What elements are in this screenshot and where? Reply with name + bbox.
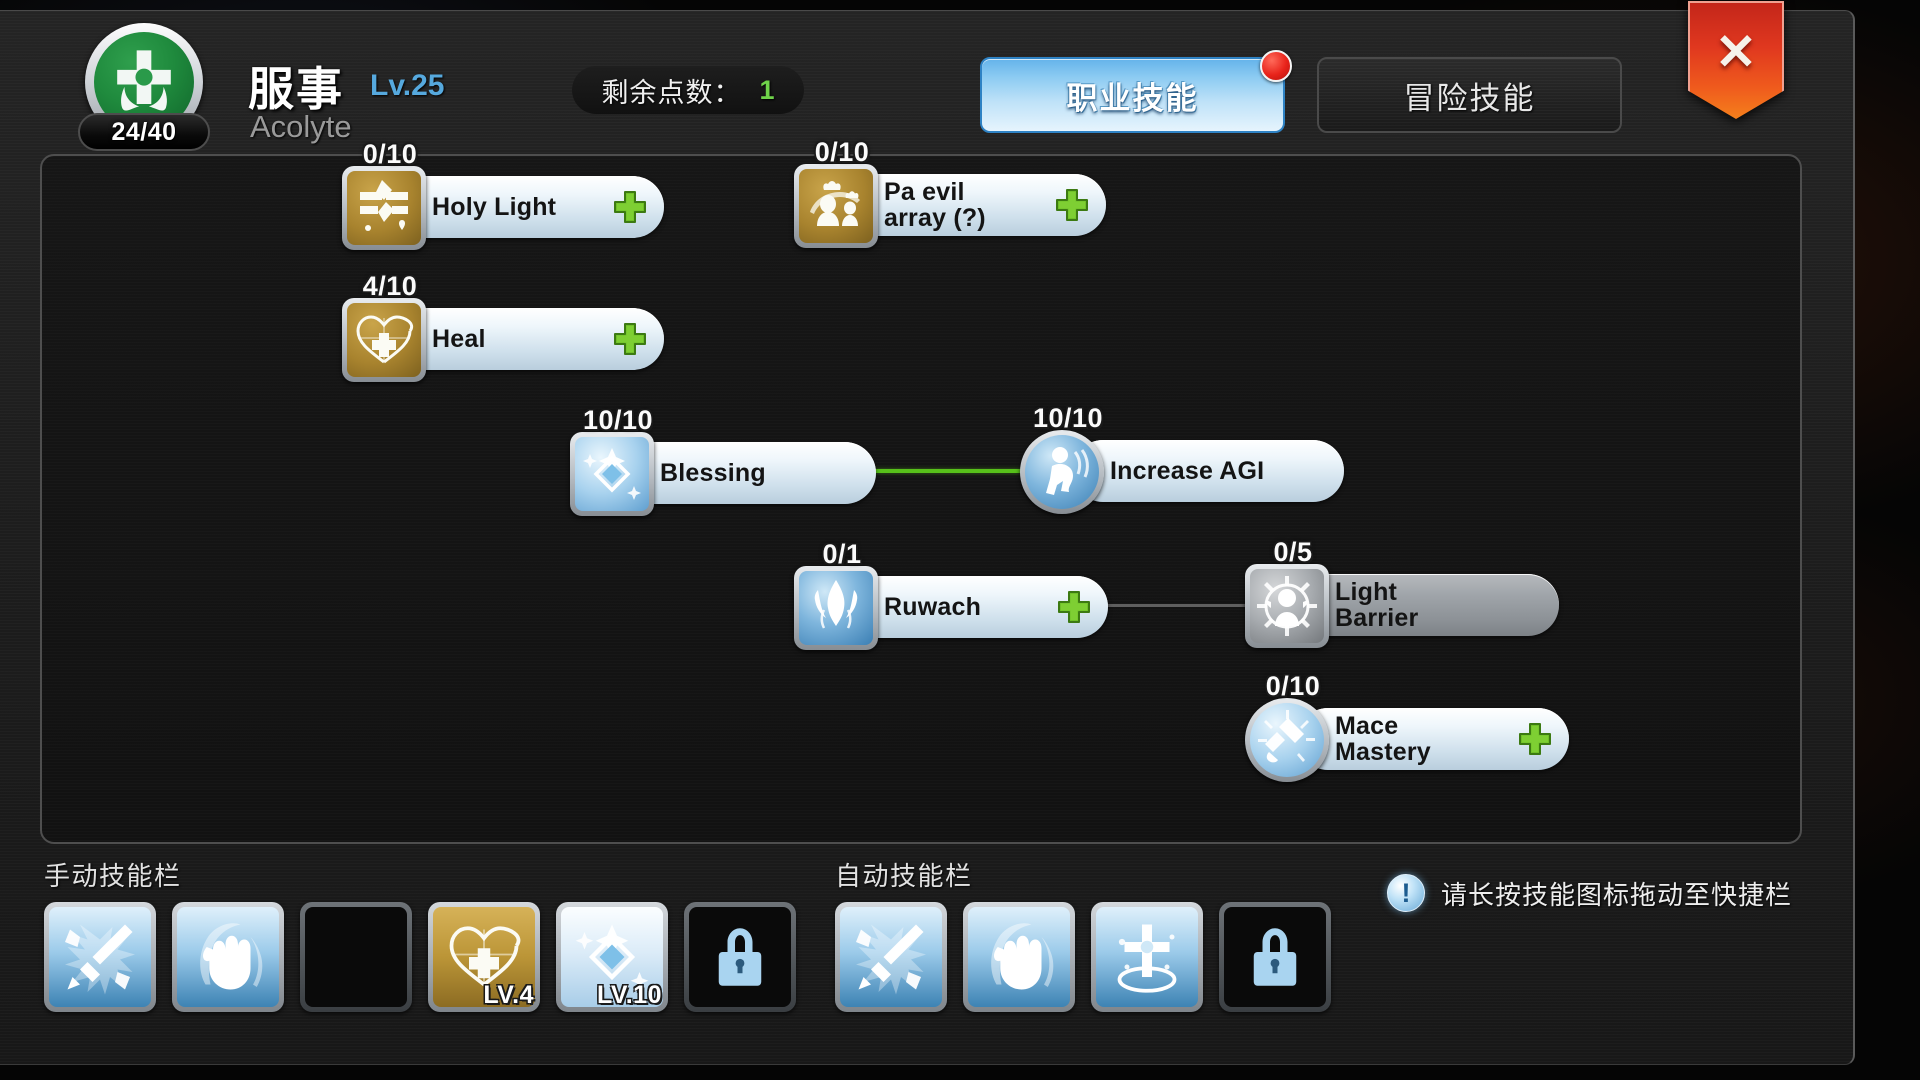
skill-rank-holy-light: 0/10	[362, 139, 418, 169]
pa-evil-array-icon[interactable]	[794, 164, 878, 248]
skill-name-increase-agi: Increase AGI	[1110, 456, 1265, 485]
skill-name-pa-evil-array: Pa evil array (?)	[884, 177, 986, 232]
lock-icon	[689, 907, 791, 1007]
skill-name-ruwach: Ruwach	[884, 592, 982, 621]
icon-art	[799, 169, 873, 243]
skill-pill-mace-mastery[interactable]: Mace Mastery	[1297, 708, 1569, 770]
icon-art	[1250, 569, 1324, 643]
icon-art	[1025, 435, 1099, 509]
plus-icon-holy-light[interactable]	[612, 189, 648, 225]
plus-icon-mace-mastery[interactable]	[1517, 721, 1553, 757]
skill-count-badge: 24/40	[78, 113, 210, 151]
holy-cross-icon	[1096, 907, 1198, 1007]
heal-icon[interactable]	[342, 298, 426, 382]
drag-hint-text: 请长按技能图标拖动至快捷栏	[1440, 879, 1792, 910]
skill-name-heal: Heal	[432, 324, 486, 353]
ruwach-icon[interactable]	[794, 566, 878, 650]
sword-strike-icon	[840, 907, 942, 1007]
increase-agi-icon[interactable]	[1020, 430, 1104, 514]
skill-rank-heal: 4/10	[362, 271, 418, 301]
tab-notification-dot	[1260, 50, 1292, 82]
tab-job-skills[interactable]: 职业技能	[980, 50, 1292, 133]
tab-adventure-skills[interactable]: 冒险技能	[1317, 57, 1622, 133]
info-exclamation-icon: !	[1386, 874, 1425, 912]
icon-art	[799, 571, 873, 645]
skill-slot[interactable]	[300, 902, 412, 1012]
icon-art	[575, 437, 649, 511]
close-button[interactable]: ✕	[1688, 1, 1784, 119]
manual-bar-title: 手动技能栏	[44, 861, 182, 891]
skill-slot[interactable]: LV.4	[428, 902, 540, 1012]
skill-name-holy-light: Holy Light	[432, 192, 557, 221]
skill-slot[interactable]: LV.10	[556, 902, 668, 1012]
close-x-icon: ✕	[1715, 24, 1757, 80]
skill-rank-blessing: 10/10	[582, 405, 654, 435]
skill-window-root: 24/40 服事 Lv.25 Acolyte 剩余点数： 1 职业技能 冒险技能…	[0, 0, 1920, 1080]
fist-icon	[177, 907, 279, 1007]
blessing-icon[interactable]	[570, 432, 654, 516]
skill-slot[interactable]	[44, 902, 156, 1012]
skill-tree-canvas: Holy Light 0/10 Pa evil array (?) 0/10 Hea…	[42, 137, 1800, 842]
skill-rank-ruwach: 0/1	[822, 539, 862, 569]
quickslot-bar: 手动技能栏 自动技能栏 LV.4 LV.10 ! 请长按技能图标拖动至快捷栏	[40, 856, 1802, 1046]
skill-pill-increase-agi[interactable]: Increase AGI	[1072, 440, 1344, 502]
character-level: Lv.25	[370, 69, 445, 102]
sword-strike-icon	[49, 907, 151, 1007]
class-name-english: Acolyte	[250, 109, 352, 144]
skill-name-blessing: Blessing	[660, 458, 766, 487]
plus-icon-heal[interactable]	[612, 321, 648, 357]
icon-art	[347, 171, 421, 245]
plus-icon-ruwach[interactable]	[1056, 589, 1092, 625]
mace-mastery-icon[interactable]	[1245, 698, 1329, 782]
skill-name-light-barrier: Light Barrier	[1335, 577, 1419, 632]
skill-pill-light-barrier[interactable]: Light Barrier	[1297, 574, 1559, 636]
skill-pill-holy-light[interactable]: Holy Light	[394, 176, 664, 238]
skill-pill-heal[interactable]: Heal	[394, 308, 664, 370]
tab-adventure-skills-label: 冒险技能	[1403, 80, 1536, 116]
tab-job-skills-label: 职业技能	[1066, 80, 1199, 116]
holy-light-icon[interactable]	[342, 166, 426, 250]
icon-art	[347, 303, 421, 377]
skill-rank-pa-evil-array: 0/10	[814, 137, 870, 167]
skill-slot[interactable]	[963, 902, 1075, 1012]
fist-icon	[968, 907, 1070, 1007]
skill-slot[interactable]	[1091, 902, 1203, 1012]
skill-pill-blessing[interactable]: Blessing	[622, 442, 876, 504]
remaining-points-label: 剩余点数：	[601, 77, 742, 108]
skill-window: 24/40 服事 Lv.25 Acolyte 剩余点数： 1 职业技能 冒险技能…	[0, 1, 1855, 1065]
light-barrier-icon[interactable]	[1245, 564, 1329, 648]
slot-level-label: LV.4	[483, 981, 534, 1009]
skill-tree-panel: Holy Light 0/10 Pa evil array (?) 0/10 Hea…	[40, 137, 1802, 844]
skill-pill-pa-evil-array[interactable]: Pa evil array (?)	[846, 174, 1106, 236]
skill-slot[interactable]	[835, 902, 947, 1012]
remaining-points: 剩余点数： 1	[572, 66, 804, 114]
empty-slot-icon	[305, 907, 407, 1007]
slot-level-label: LV.10	[596, 981, 662, 1009]
skill-rank-increase-agi: 10/10	[1032, 403, 1104, 433]
skill-slot[interactable]	[1219, 902, 1331, 1012]
auto-bar-title: 自动技能栏	[835, 861, 973, 891]
skill-rank-light-barrier: 0/5	[1273, 537, 1313, 567]
icon-art	[1250, 703, 1324, 777]
skill-pill-ruwach[interactable]: Ruwach	[846, 576, 1108, 638]
skill-slot[interactable]	[684, 902, 796, 1012]
remaining-points-value: 1	[759, 74, 775, 105]
skill-name-mace-mastery: Mace Mastery	[1335, 711, 1431, 766]
window-header: 24/40 服事 Lv.25 Acolyte 剩余点数： 1 职业技能 冒险技能…	[0, 1, 1853, 151]
lock-icon	[1224, 907, 1326, 1007]
skill-slot[interactable]	[172, 902, 284, 1012]
skill-rank-mace-mastery: 0/10	[1265, 671, 1321, 701]
plus-icon-pa-evil-array[interactable]	[1054, 187, 1090, 223]
drag-hint: ! 请长按技能图标拖动至快捷栏	[1386, 874, 1792, 912]
